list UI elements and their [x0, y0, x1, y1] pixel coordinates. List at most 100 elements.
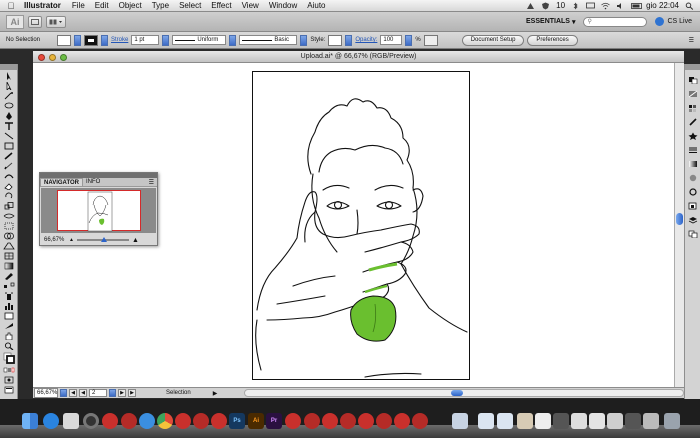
display-icon[interactable] [586, 2, 595, 10]
magic-wand-tool-icon[interactable] [3, 92, 15, 100]
app-store-icon[interactable] [43, 413, 59, 429]
artboard[interactable] [252, 71, 470, 380]
perspective-grid-tool-icon[interactable] [3, 242, 15, 250]
finder-icon[interactable] [22, 413, 38, 429]
free-transform-tool-icon[interactable] [3, 222, 15, 230]
mail-icon[interactable] [63, 413, 79, 429]
panel-options-icon[interactable]: ☰ [149, 179, 154, 186]
scale-tool-icon[interactable] [3, 202, 15, 210]
cs-live-button[interactable]: CS Live [655, 17, 692, 26]
first-artboard-button[interactable]: ◀ [69, 389, 77, 397]
chrome-icon[interactable] [157, 413, 173, 429]
brushes-panel-icon[interactable] [688, 118, 698, 126]
drawing-modes-icon[interactable] [3, 376, 15, 384]
dock-document-icon-1[interactable] [517, 413, 533, 429]
zoom-window-button[interactable] [60, 54, 67, 61]
width-tool-icon[interactable] [3, 212, 15, 220]
menu-edit[interactable]: Edit [95, 1, 109, 10]
app-icon-red-9[interactable] [340, 413, 356, 429]
bluetooth-icon[interactable] [571, 2, 580, 10]
blob-brush-tool-icon[interactable] [3, 172, 15, 180]
opacity-dropdown[interactable] [405, 34, 413, 46]
status-menu-arrow[interactable]: ▶ [213, 390, 218, 397]
fill-dropdown[interactable] [74, 34, 81, 46]
app-icon-red-1[interactable] [102, 413, 118, 429]
rotate-tool-icon[interactable] [3, 192, 15, 200]
document-setup-button[interactable]: Document Setup [461, 34, 525, 46]
app-icon-red-5[interactable] [211, 413, 227, 429]
dock-document-icon-4[interactable] [571, 413, 587, 429]
dock-folder-icon-2[interactable] [478, 413, 494, 429]
stroke-weight-field[interactable]: 1 pt [131, 35, 160, 45]
app-icon-red-6[interactable] [285, 413, 301, 429]
trash-icon[interactable] [664, 413, 680, 429]
direct-selection-tool-icon[interactable] [3, 82, 15, 90]
arrange-documents-button[interactable] [46, 15, 66, 28]
workspace-switcher[interactable]: ESSENTIALS ▾ [526, 18, 575, 26]
adobe-menu-icon[interactable] [526, 2, 535, 10]
gradient-tool-icon[interactable] [3, 262, 15, 270]
graphic-style-swatch[interactable] [328, 34, 343, 46]
tools-panel-header[interactable] [0, 64, 17, 70]
layers-panel-icon[interactable] [688, 216, 698, 224]
zoom-in-icon[interactable]: ▲ [132, 237, 139, 244]
preferences-button[interactable]: Preferences [527, 34, 578, 46]
recolor-artwork-icon[interactable] [423, 34, 438, 46]
tab-info[interactable]: INFO [83, 178, 103, 186]
navigator-zoom-slider[interactable] [76, 237, 129, 242]
line-tool-icon[interactable] [3, 132, 15, 140]
close-window-button[interactable] [38, 54, 45, 61]
apple-menu-icon[interactable]:  [4, 1, 18, 11]
menu-aiuto[interactable]: Aiuto [307, 1, 325, 10]
shape-builder-tool-icon[interactable] [3, 232, 15, 240]
zoom-level-field[interactable]: 66,67% [34, 388, 58, 398]
app-icon-red-12[interactable] [394, 413, 410, 429]
blend-tool-icon[interactable] [3, 282, 15, 290]
menu-view[interactable]: View [242, 1, 259, 10]
variable-width-profile[interactable]: Uniform [172, 35, 227, 45]
next-artboard-button[interactable]: ▶ [118, 389, 126, 397]
menu-effect[interactable]: Effect [211, 1, 231, 10]
dock-document-icon-5[interactable] [589, 413, 605, 429]
artboard-number-field[interactable]: 2 [89, 389, 107, 397]
vertical-scrollbar[interactable] [674, 63, 684, 387]
navigator-preview[interactable] [41, 188, 156, 233]
eraser-tool-icon[interactable] [3, 182, 15, 190]
selection-tool-icon[interactable] [3, 72, 15, 80]
gradient-panel-icon[interactable] [688, 160, 698, 168]
app-icon-red-4[interactable] [193, 413, 209, 429]
dock-folder-icon-1[interactable] [452, 413, 468, 429]
brush-definition[interactable]: Basic [239, 35, 298, 45]
bridge-button[interactable] [28, 15, 42, 28]
horizontal-scroll-thumb[interactable] [451, 390, 463, 396]
graphic-styles-panel-icon[interactable] [688, 202, 698, 210]
color-panel-icon[interactable] [688, 76, 698, 84]
app-icon-red-11[interactable] [376, 413, 392, 429]
pencil-tool-icon[interactable] [3, 162, 15, 170]
app-icon-red-10[interactable] [358, 413, 374, 429]
menu-type[interactable]: Type [152, 1, 169, 10]
tab-navigator[interactable]: NAVIGATOR [40, 178, 84, 186]
safari-icon[interactable] [139, 413, 155, 429]
profile-dropdown[interactable] [229, 34, 237, 46]
hand-tool-icon[interactable] [3, 332, 15, 340]
navigator-zoom-value[interactable]: 66,67% [44, 237, 66, 243]
symbol-sprayer-tool-icon[interactable] [3, 292, 15, 300]
horizontal-scrollbar[interactable] [244, 389, 684, 397]
artboards-panel-icon[interactable] [688, 230, 698, 238]
zoom-out-icon[interactable]: ▲ [69, 237, 74, 243]
minimize-window-button[interactable] [49, 54, 56, 61]
clock[interactable]: gio 22:04 [646, 1, 679, 10]
spotlight-icon[interactable] [685, 2, 694, 10]
color-modes-icon[interactable] [3, 366, 15, 374]
appearance-panel-icon[interactable] [688, 188, 698, 196]
menu-object[interactable]: Object [119, 1, 142, 10]
paintbrush-tool-icon[interactable] [3, 152, 15, 160]
dock-document-icon-6[interactable] [607, 413, 623, 429]
dock-document-icon-2[interactable] [535, 413, 551, 429]
dock-document-icon-3[interactable] [553, 413, 569, 429]
last-artboard-button[interactable]: ▶ [128, 389, 136, 397]
rectangle-tool-icon[interactable] [3, 142, 15, 150]
stroke-panel-icon[interactable] [688, 146, 698, 154]
dock-document-icon-8[interactable] [643, 413, 659, 429]
